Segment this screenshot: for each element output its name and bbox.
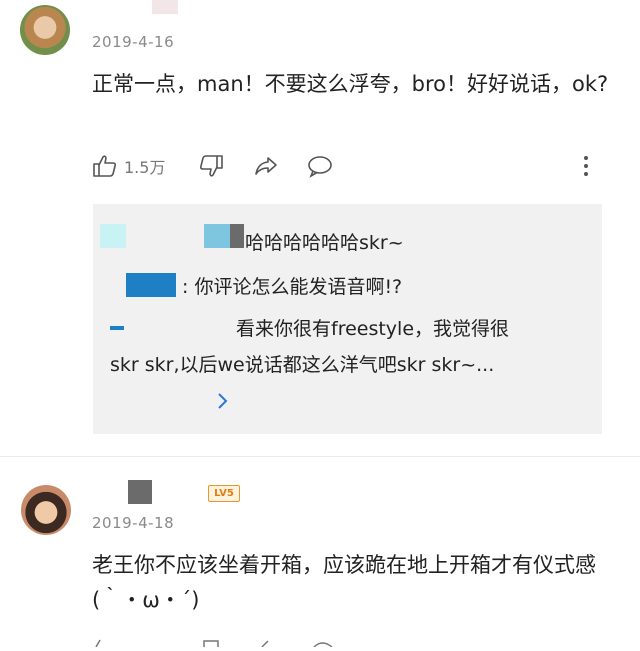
blurred-username [126,273,176,297]
comment-text: 正常一点，man！不要这么浮夸，bro！好好说话，ok? [92,72,609,96]
reply-text: 哈哈哈哈哈哈skr~ [245,232,404,254]
top-fragment [152,0,178,14]
thumb-up-icon [92,153,118,179]
comment-icon [306,153,334,179]
like-count: 1.5万 [124,158,166,177]
reply-text: : 你评论怎么能发语音啊!? [182,276,403,298]
chevron-right-icon [212,390,232,412]
avatar[interactable] [21,485,71,535]
dislike-button[interactable] [198,153,224,179]
comment-date: 2019-4-18 [92,514,175,532]
blurred-username [110,326,124,330]
avatar[interactable] [20,5,70,55]
more-button[interactable] [578,153,594,179]
blurred-username [128,480,152,504]
blurred-username [204,224,230,248]
thumb-down-icon [198,153,224,179]
reply-text: skr skr,以后we说话都这么洋气吧skr skr~... [110,354,495,376]
comment-text: 老王你不应该坐着开箱，应该跪在地上开箱才有仪式感(｀・ω・´) [92,553,596,612]
share-button[interactable] [252,153,280,179]
comment-date: 2019-4-16 [92,33,175,51]
comment-button[interactable] [306,153,334,179]
blurred-username [100,224,126,248]
blurred-username [230,224,244,248]
divider [0,456,640,457]
share-icon [252,153,280,179]
more-vertical-icon [578,153,594,179]
like-button[interactable]: 1.5万 [92,153,165,179]
level-badge: LV5 [208,485,240,502]
expand-replies-button[interactable] [212,390,232,412]
reply-text: 看来你很有freestyle，我觉得很 [236,318,510,340]
